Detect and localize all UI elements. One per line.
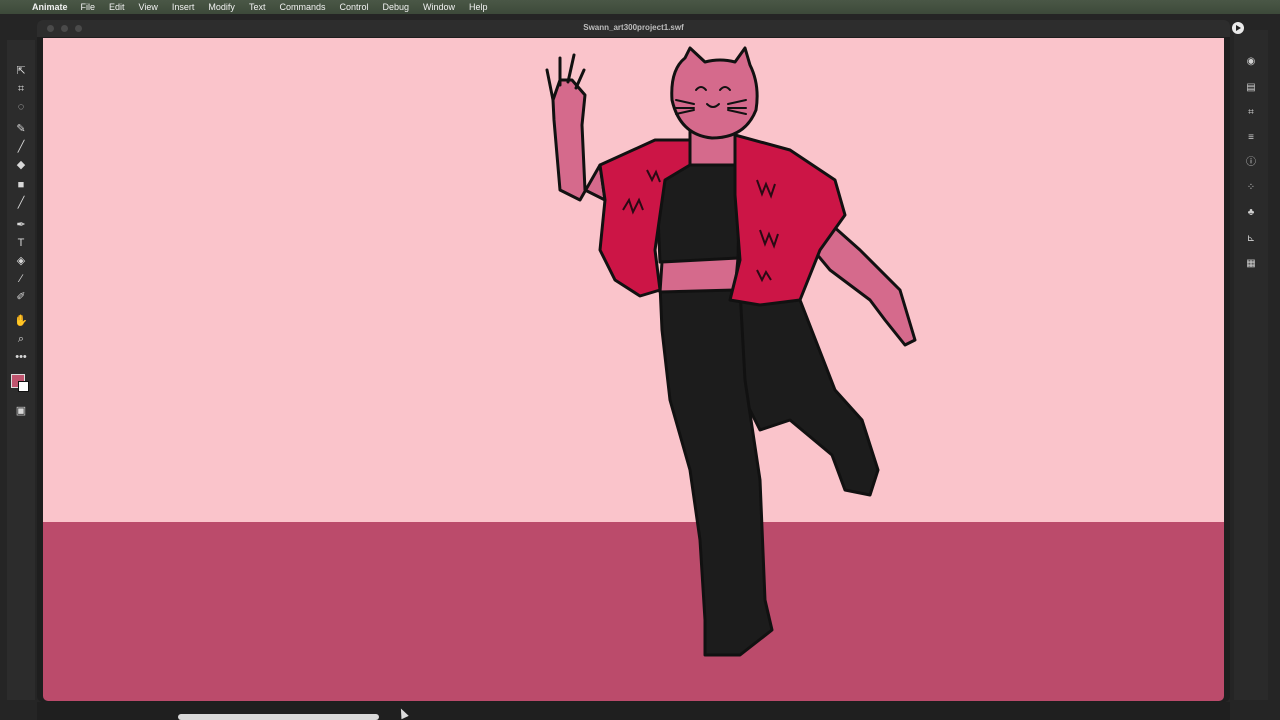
menu-app-name[interactable]: Animate bbox=[32, 2, 68, 12]
play-icon[interactable] bbox=[1232, 22, 1244, 34]
zoom-tool-icon[interactable]: ⌕ bbox=[14, 332, 28, 346]
motion-presets-icon[interactable]: ⊾ bbox=[1245, 233, 1257, 245]
rectangle-tool-icon[interactable]: ■ bbox=[14, 178, 28, 192]
menu-window[interactable]: Window bbox=[423, 2, 455, 12]
pin-tool-icon[interactable]: ✐ bbox=[14, 290, 28, 304]
menu-edit[interactable]: Edit bbox=[109, 2, 125, 12]
object-drawing-mode-icon[interactable]: ▣ bbox=[14, 404, 28, 418]
paint-brush-tool-icon[interactable]: ✎ bbox=[14, 122, 28, 136]
hand-tool-icon[interactable]: ✋ bbox=[14, 314, 28, 328]
menu-help[interactable]: Help bbox=[469, 2, 488, 12]
player-title: Swann_art300project1.swf bbox=[583, 23, 684, 32]
menu-commands[interactable]: Commands bbox=[279, 2, 325, 12]
lasso-tool-icon[interactable]: ◌ bbox=[14, 100, 28, 114]
menu-modify[interactable]: Modify bbox=[208, 2, 235, 12]
selection-tool-icon[interactable]: ⇱ bbox=[14, 64, 28, 78]
right-panel-dock: ◉ ▤ ⌗ ≡ ⓘ ⁘ ♣ ⊾ ▦ bbox=[1234, 30, 1268, 700]
eraser-tool-icon[interactable]: ◆ bbox=[14, 158, 28, 172]
free-transform-tool-icon[interactable]: ⌗ bbox=[14, 82, 28, 96]
menu-debug[interactable]: Debug bbox=[382, 2, 409, 12]
menu-control[interactable]: Control bbox=[339, 2, 368, 12]
tools-panel: ⇱ ⌗ ◌ ✎ ╱ ◆ ■ ╱ ✒ T ◈ ∕ ✐ ✋ ⌕ ••• ▣ bbox=[7, 40, 35, 700]
pen-tool-icon[interactable]: ✒ bbox=[14, 218, 28, 232]
properties-icon[interactable]: ◉ bbox=[1245, 56, 1257, 68]
brush-tool-icon[interactable]: ╱ bbox=[14, 140, 28, 154]
line-tool-icon[interactable]: ╱ bbox=[14, 196, 28, 210]
menu-file[interactable]: File bbox=[81, 2, 96, 12]
stroke-color-swatch[interactable] bbox=[18, 381, 29, 392]
horizontal-scrollbar-thumb[interactable] bbox=[178, 714, 379, 720]
swf-stage bbox=[43, 38, 1224, 701]
dancing-cat-figure bbox=[545, 46, 917, 657]
more-tools-icon[interactable]: ••• bbox=[14, 350, 28, 364]
paint-bucket-tool-icon[interactable]: ◈ bbox=[14, 254, 28, 268]
eyedropper-tool-icon[interactable]: ∕ bbox=[14, 272, 28, 286]
info-icon[interactable]: ⓘ bbox=[1245, 157, 1257, 169]
components-icon[interactable]: ♣ bbox=[1245, 207, 1257, 219]
menu-insert[interactable]: Insert bbox=[172, 2, 195, 12]
transform-icon[interactable]: ⌗ bbox=[1245, 107, 1257, 119]
layer-depth-icon[interactable]: ▦ bbox=[1245, 258, 1257, 270]
menu-text[interactable]: Text bbox=[249, 2, 266, 12]
menu-view[interactable]: View bbox=[139, 2, 158, 12]
player-title-bar[interactable]: Swann_art300project1.swf bbox=[37, 20, 1230, 37]
library-icon[interactable]: ▤ bbox=[1245, 82, 1257, 94]
align-icon[interactable]: ≡ bbox=[1245, 132, 1257, 144]
menu-bar: Animate File Edit View Insert Modify Tex… bbox=[0, 0, 1280, 14]
text-tool-icon[interactable]: T bbox=[14, 236, 28, 250]
assets-icon[interactable]: ⁘ bbox=[1245, 182, 1257, 194]
